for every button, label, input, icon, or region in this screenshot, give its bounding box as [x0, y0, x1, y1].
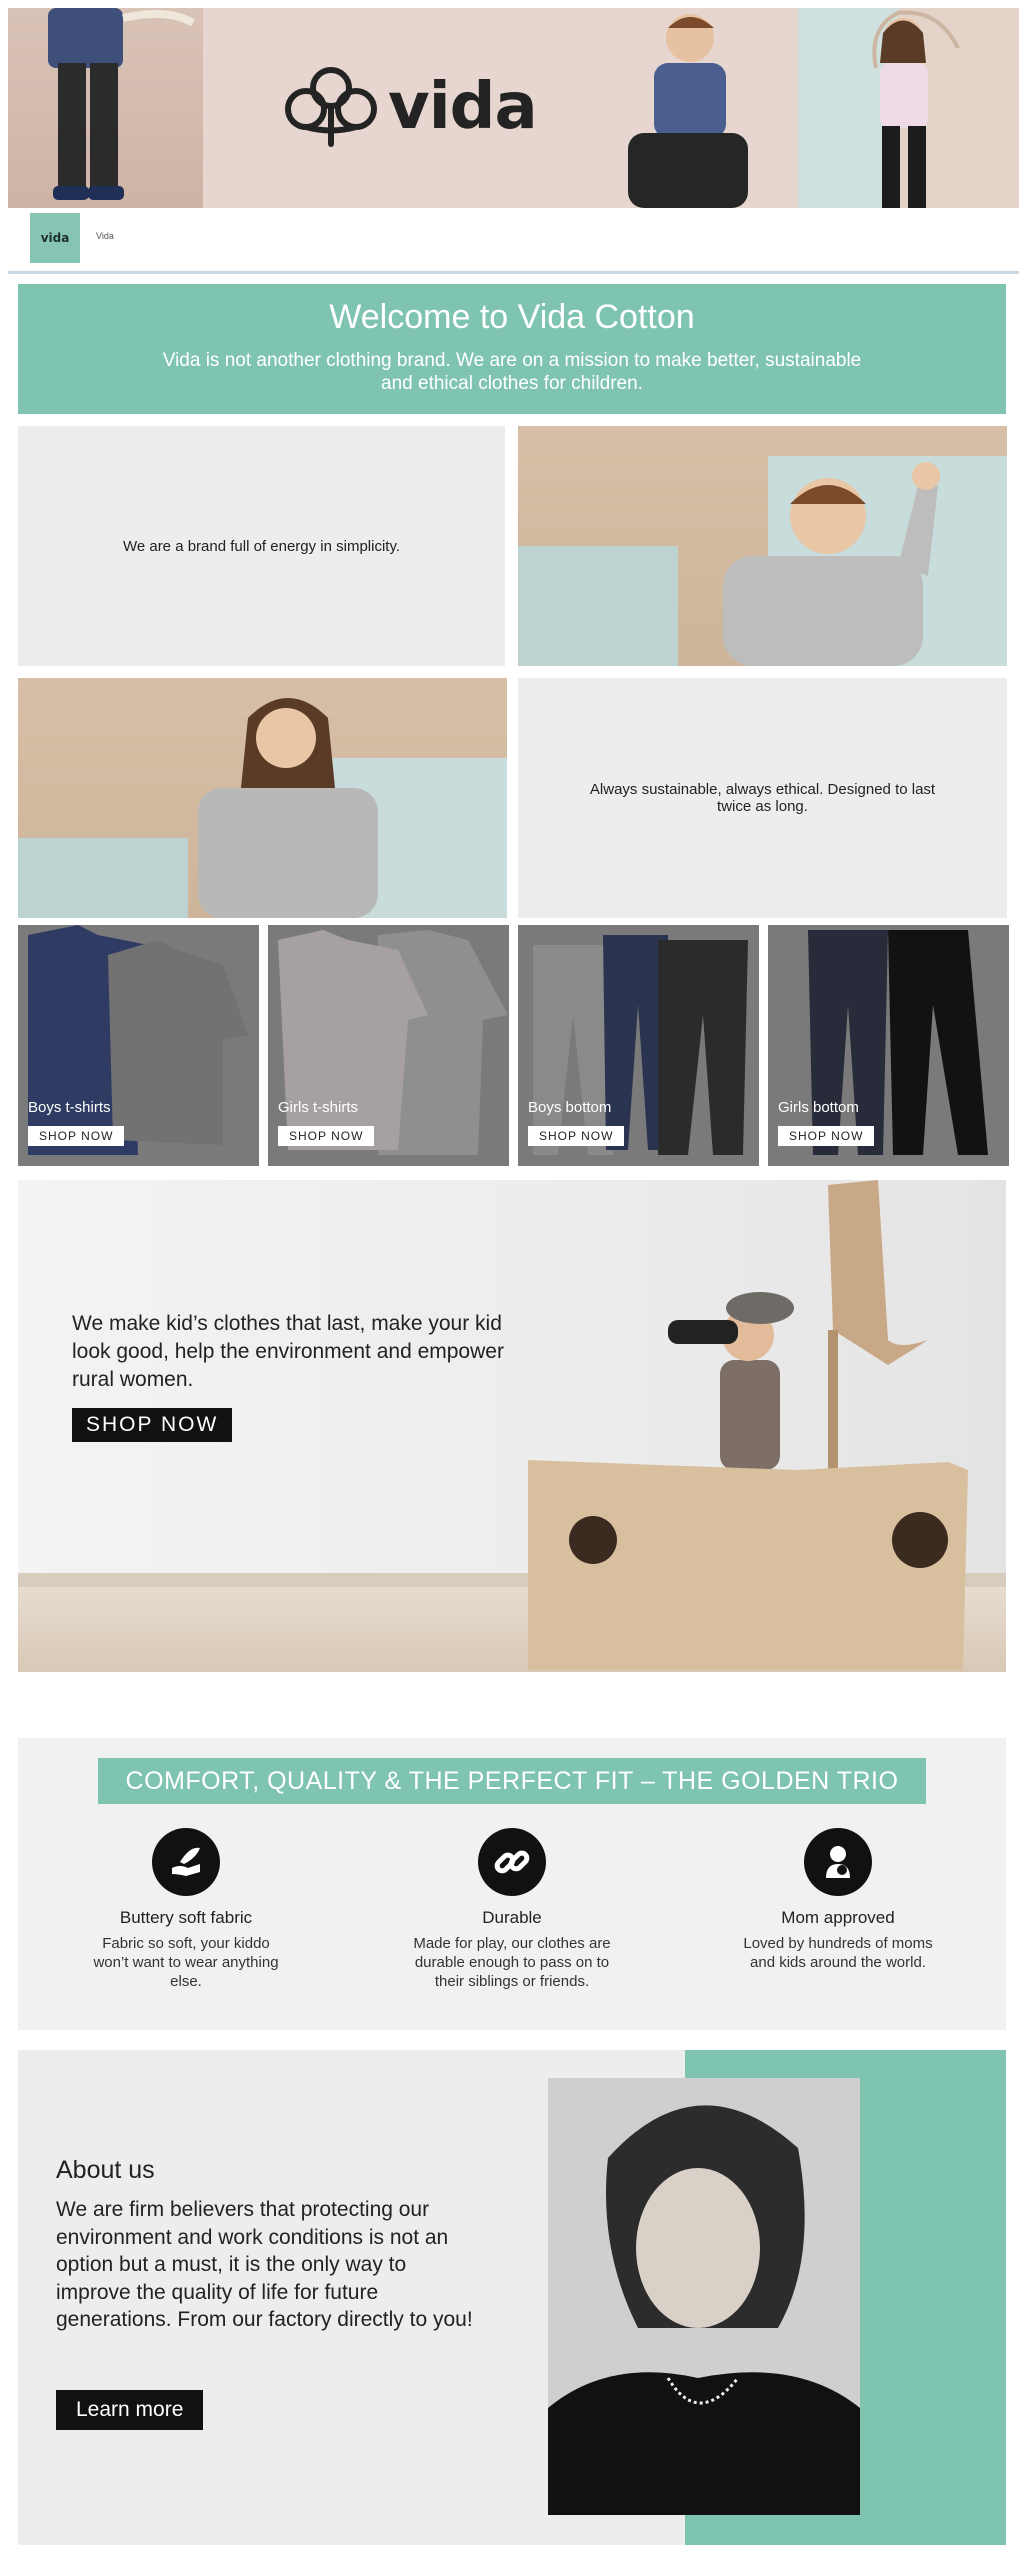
intro-text-2: Always sustainable, always ethical. Desi… [589, 781, 936, 815]
product-label: Girls t-shirts [278, 1099, 358, 1116]
product-label: Boys bottom [528, 1099, 612, 1116]
intro-text-1: We are a brand full of energy in simplic… [122, 537, 401, 555]
boy-waving-photo [518, 426, 1007, 666]
nav-logo-text: vida [40, 231, 70, 245]
feature-soft-fabric: Buttery soft fabric Fabric so soft, your… [86, 1828, 286, 1991]
feature-mom-approved: Mom approved Loved by hundreds of moms a… [738, 1828, 938, 1972]
cta-banner: We make kid’s clothes that last, make yo… [18, 1180, 1006, 1672]
welcome-subtitle: Vida is not another clothing brand. We a… [162, 350, 862, 394]
feature-title: Durable [482, 1908, 542, 1927]
logo-wordmark: vida [388, 70, 538, 144]
shop-now-button[interactable]: SHOP NOW [28, 1126, 125, 1146]
feature-text: Loved by hundreds of moms and kids aroun… [743, 1935, 933, 1971]
nav-site-name[interactable]: Vida [96, 231, 114, 241]
vida-logo: vida [284, 64, 538, 150]
founder-portrait [548, 2078, 860, 2515]
intro-text-tile-2: Always sustainable, always ethical. Desi… [518, 678, 1007, 918]
mother-child-icon [804, 1828, 872, 1896]
feature-title: Mom approved [781, 1908, 895, 1927]
feature-text: Fabric so soft, your kiddo won’t want to… [93, 1935, 279, 1990]
product-card-girls-bottom[interactable]: Girls bottom SHOP NOW [768, 925, 1009, 1166]
shop-now-button[interactable]: SHOP NOW [778, 1126, 875, 1146]
page: vida vida Vida Welcome to Vida Cotton Vi… [0, 0, 1025, 2560]
cta-shop-now-button[interactable]: SHOP NOW [72, 1408, 233, 1442]
product-card-boys-tshirts[interactable]: Boys t-shirts SHOP NOW [18, 925, 259, 1166]
welcome-title: Welcome to Vida Cotton [329, 298, 695, 336]
product-card-girls-tshirts[interactable]: Girls t-shirts SHOP NOW [268, 925, 509, 1166]
feature-durable: Durable Made for play, our clothes are d… [412, 1828, 612, 1991]
cotton-flower-icon [285, 67, 377, 147]
cta-text: We make kid’s clothes that last, make yo… [72, 1312, 504, 1391]
trio-heading: COMFORT, QUALITY & THE PERFECT FIT – THE… [98, 1758, 926, 1804]
product-label: Girls bottom [778, 1099, 859, 1116]
cardboard-ship-photo [528, 1180, 968, 1670]
boy-sitting-figure [628, 14, 748, 208]
chain-link-icon [478, 1828, 546, 1896]
welcome-banner: Welcome to Vida Cotton Vida is not anoth… [18, 284, 1006, 414]
product-card-boys-bottom[interactable]: Boys bottom SHOP NOW [518, 925, 759, 1166]
hero-banner: vida [8, 8, 1019, 208]
feature-text: Made for play, our clothes are durable e… [413, 1935, 611, 1990]
nav-logo-thumb[interactable]: vida [30, 213, 80, 263]
golden-trio-section: COMFORT, QUALITY & THE PERFECT FIT – THE… [18, 1738, 1006, 2030]
about-title: About us [56, 2156, 155, 2184]
girl-figure [872, 10, 960, 208]
hero-photo-left [8, 8, 203, 208]
feature-title: Buttery soft fabric [119, 1908, 253, 1927]
site-header: vida Vida [8, 208, 1019, 274]
about-section: About us We are firm believers that prot… [18, 2050, 1006, 2545]
learn-more-button[interactable]: Learn more [56, 2390, 204, 2430]
girl-smiling-photo [18, 678, 507, 918]
shop-now-button[interactable]: SHOP NOW [278, 1126, 375, 1146]
boy-standing-figure [48, 8, 196, 200]
hero-photo-right [798, 8, 1019, 208]
about-text: We are firm believers that protecting ou… [56, 2198, 473, 2331]
shop-now-button[interactable]: SHOP NOW [528, 1126, 625, 1146]
hand-feather-icon [152, 1828, 220, 1896]
product-label: Boys t-shirts [28, 1099, 111, 1116]
intro-text-tile-1: We are a brand full of energy in simplic… [18, 426, 505, 666]
